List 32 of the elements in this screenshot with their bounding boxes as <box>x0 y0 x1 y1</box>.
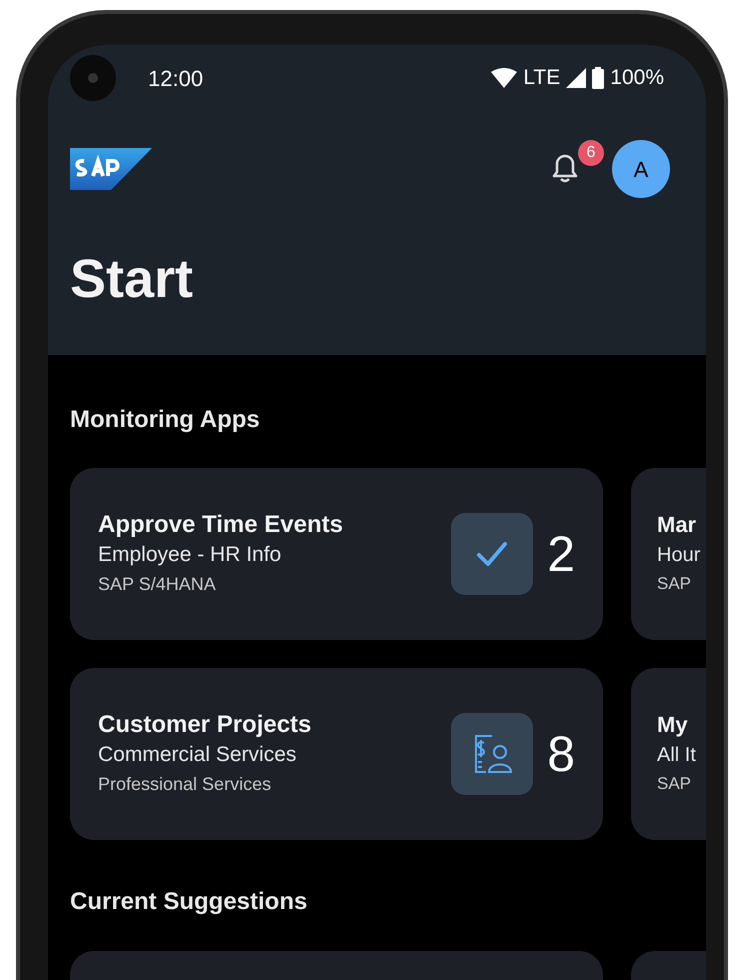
card-count: 2 <box>547 529 575 579</box>
section-title: Current Suggestions <box>69 887 308 917</box>
card-source: SAP <box>657 773 692 795</box>
card-source: Professional Services <box>98 773 272 796</box>
wifi-icon <box>491 68 518 88</box>
app-card[interactable]: Mar Hour SAP <box>631 468 706 640</box>
card-title: Mar <box>657 511 698 539</box>
section-title: Monitoring Apps <box>69 405 261 435</box>
card-subtitle: Commercial Services <box>98 742 298 768</box>
checkmark-icon <box>476 541 508 567</box>
battery-icon <box>592 67 604 89</box>
card-subtitle: Employee - HR Info <box>98 542 282 568</box>
battery-percent: 100% <box>610 65 664 92</box>
card-title: Approve Time Events <box>98 510 343 540</box>
network-label: LTE <box>523 65 560 92</box>
avatar[interactable]: A <box>612 140 670 198</box>
card-subtitle: All It <box>657 743 697 768</box>
page-title: Start <box>69 248 194 309</box>
card-title: My <box>657 711 689 739</box>
card-subtitle: Hour <box>657 543 702 568</box>
signal-icon <box>566 68 586 88</box>
card-source: SAP <box>657 573 692 595</box>
app-card[interactable]: My All It SAP <box>631 668 706 840</box>
card-source: SAP S/4HANA <box>98 573 217 596</box>
card-count: 8 <box>547 729 575 779</box>
status-time: 12:00 <box>148 64 204 92</box>
notification-badge: 6 <box>578 140 604 166</box>
card-title: Customer Projects <box>98 710 312 740</box>
app-card[interactable]: Customer Projects Commercial Services Professional Services 8 <box>70 668 603 840</box>
camera-icon <box>70 55 116 101</box>
notification-bell-icon[interactable] <box>552 154 578 184</box>
app-card[interactable]: Approve Time Events Employee - HR Info SAP S/4HANA 2 <box>70 468 603 640</box>
